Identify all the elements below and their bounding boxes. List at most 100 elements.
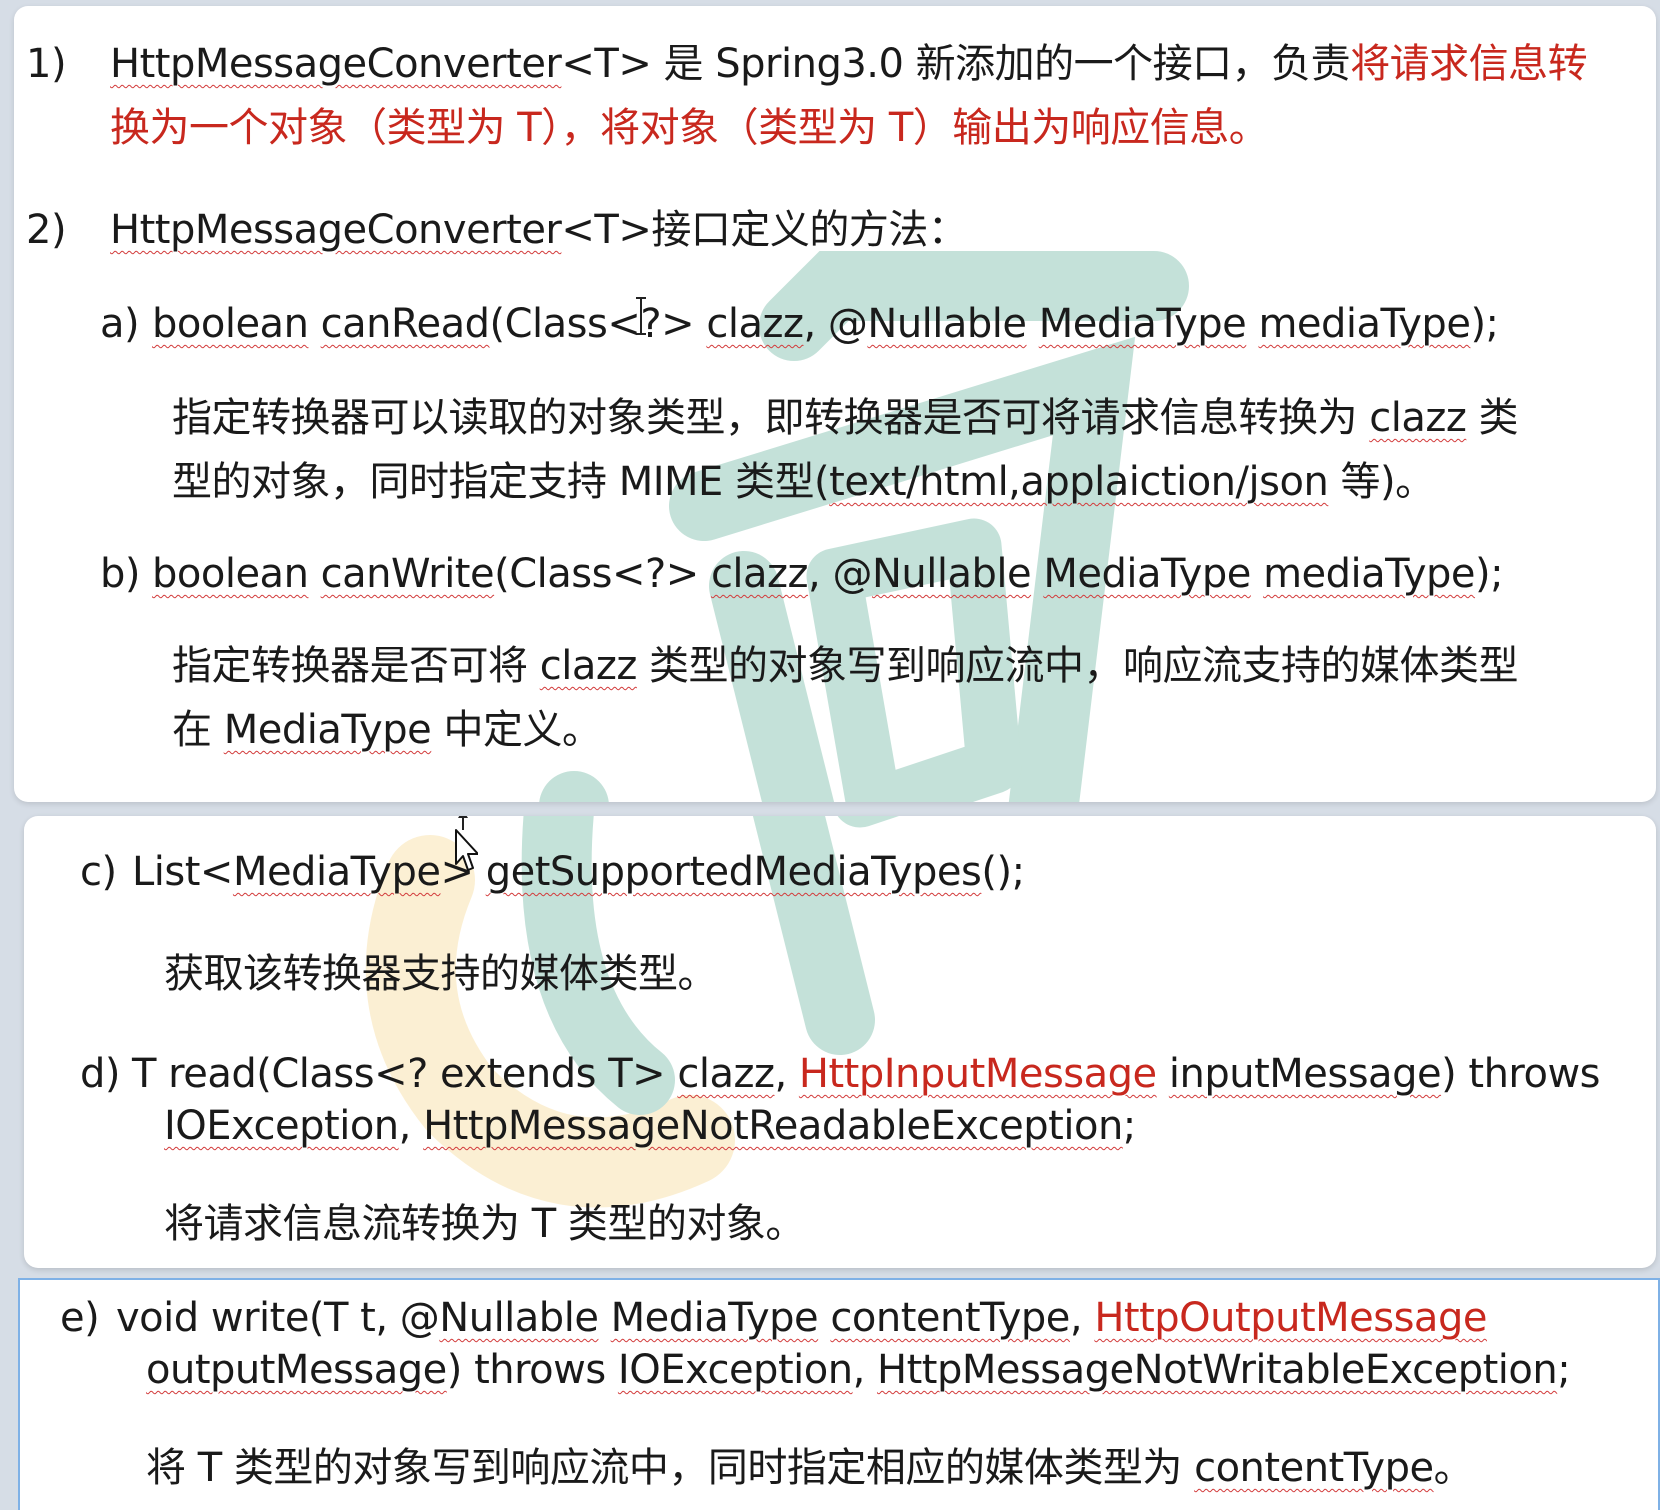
code-token: IOException — [617, 1347, 853, 1393]
method-c-signature: c) List<MediaType> getSupportedMediaTypes… — [80, 848, 1025, 896]
text-fragment: 。 — [1433, 1445, 1474, 1491]
method-b-description-line-1: 指定转换器是否可将 clazz 类型的对象写到响应流中，响应流支持的媒体类型 — [172, 642, 1519, 690]
code-token: MediaType — [1038, 301, 1247, 347]
code-token: getSupportedMediaTypes — [485, 849, 982, 895]
code-token: MediaType — [232, 849, 441, 895]
text-fragment: > — [440, 849, 486, 895]
text-fragment: 类型的对象写到响应流中，响应流支持的媒体类型 — [636, 643, 1519, 689]
method-d-signature-line-1: d) T read(Class<? extends T> clazz, HttpI… — [80, 1050, 1601, 1098]
text-fragment: ; — [1122, 1103, 1136, 1149]
text-fragment: , @ — [808, 551, 872, 597]
text-fragment: 类 — [1466, 395, 1519, 441]
method-a-description-line-1: 指定转换器可以读取的对象类型，即转换器是否可将请求信息转换为 clazz 类 — [172, 394, 1519, 442]
method-a-description-line-2: 型的对象，同时指定支持 MIME 类型(text/html,applaictio… — [172, 458, 1435, 506]
code-token: Nullable — [871, 551, 1032, 597]
item-number: 1) — [26, 41, 67, 87]
text-fragment — [818, 1295, 830, 1341]
item-1-line-1: 1) HttpMessageConverter<T> 是 Spring3.0 新添… — [26, 40, 1588, 88]
text-fragment: , — [1069, 1295, 1095, 1341]
code-token: MediaType — [610, 1295, 819, 1341]
text-fragment — [308, 301, 320, 347]
text-fragment: , — [852, 1347, 877, 1393]
text-fragment: , — [398, 1103, 424, 1149]
text-fragment: ); — [1475, 551, 1504, 597]
text-fragment: 将 T 类型的对象写到响应流中，同时指定相应的媒体类型为 — [146, 1445, 1195, 1491]
code-token: HttpMessageNotReadableException — [423, 1103, 1123, 1149]
text-fragment: (Class<?> — [489, 301, 707, 347]
code-token: IOException — [164, 1103, 399, 1149]
text-fragment — [1246, 301, 1258, 347]
text-fragment: ; — [1557, 1347, 1571, 1393]
code-token: clazz — [677, 1051, 775, 1097]
code-token: MediaType — [223, 707, 432, 753]
emphasis-text: HttpOutputMessage — [1094, 1295, 1487, 1341]
text-fragment — [1031, 551, 1043, 597]
text-fragment: <T>接口定义的方法： — [561, 207, 968, 253]
item-2-heading: 2) HttpMessageConverter<T>接口定义的方法： — [26, 206, 968, 254]
code-token: canWrite — [320, 551, 495, 597]
method-label: c) — [80, 849, 117, 895]
text-fragment: T read(Class<? extends T> — [132, 1051, 678, 1097]
text-fragment: void write(T t, @ — [116, 1295, 440, 1341]
text-fragment: 是 Spring3.0 新添加的一个接口，负责 — [651, 41, 1351, 87]
method-e-description: 将 T 类型的对象写到响应流中，同时指定相应的媒体类型为 contentType… — [146, 1444, 1474, 1492]
method-label: b) — [100, 551, 141, 597]
code-token: clazz — [706, 301, 804, 347]
code-token: contentType — [1194, 1445, 1434, 1491]
text-fragment: ); — [1470, 301, 1499, 347]
text-fragment: ) throws — [446, 1347, 618, 1393]
text-fragment: 指定转换器是否可将 — [172, 643, 540, 689]
item-1-line-2: 换为一个对象（类型为 T），将对象（类型为 T）输出为响应信息。 — [110, 105, 1269, 151]
text-fragment: <T> — [561, 41, 652, 87]
code-token: inputMessage — [1168, 1051, 1442, 1097]
slide-panel-1: 1) HttpMessageConverter<T> 是 Spring3.0 新添… — [14, 6, 1656, 802]
method-label: e) — [60, 1295, 100, 1341]
code-token: mediaType — [1258, 301, 1471, 347]
emphasis-text: HttpInputMessage — [798, 1051, 1157, 1097]
code-token: text/html,applaiction/json — [829, 459, 1329, 505]
text-fragment: (Class<?> — [494, 551, 711, 597]
text-fragment — [1251, 551, 1263, 597]
text-fragment — [1027, 301, 1039, 347]
slide-panel-3: e) void write(T t, @Nullable MediaType co… — [18, 1278, 1660, 1510]
text-fragment: 中定义。 — [431, 707, 602, 753]
method-label: a) — [100, 301, 140, 347]
text-fragment: 等)。 — [1328, 459, 1436, 505]
text-fragment — [598, 1295, 610, 1341]
code-token: Nullable — [439, 1295, 599, 1341]
code-token: canRead — [320, 301, 490, 347]
text-fragment: 在 — [172, 707, 224, 753]
emphasis-text: 将请求信息转 — [1350, 41, 1588, 87]
text-fragment: 型的对象，同时指定支持 MIME 类型( — [172, 459, 830, 505]
code-token: mediaType — [1263, 551, 1476, 597]
interface-name: HttpMessageConverter — [110, 41, 562, 87]
text-fragment: , — [774, 1051, 799, 1097]
method-label: d) — [80, 1051, 121, 1097]
code-token: boolean — [152, 301, 309, 347]
text-fragment: ) throws — [1441, 1051, 1601, 1097]
code-token: clazz — [710, 551, 809, 597]
method-b-signature: b) boolean canWrite(Class<?> clazz, @Null… — [100, 550, 1504, 598]
method-e-signature-line-2: outputMessage) throws IOException, HttpM… — [146, 1346, 1571, 1394]
code-token: HttpMessageNotWritableException — [877, 1347, 1558, 1393]
item-number: 2) — [26, 207, 67, 253]
text-fragment — [1157, 1051, 1169, 1097]
code-token: MediaType — [1043, 551, 1251, 597]
method-e-signature-line-1: e) void write(T t, @Nullable MediaType co… — [60, 1294, 1487, 1342]
text-fragment: , @ — [803, 301, 868, 347]
code-token: outputMessage — [146, 1347, 447, 1393]
text-fragment — [308, 551, 320, 597]
method-d-description: 将请求信息流转换为 T 类型的对象。 — [164, 1201, 805, 1247]
method-b-description-line-2: 在 MediaType 中定义。 — [172, 706, 602, 754]
method-d-signature-line-2: IOException, HttpMessageNotReadableExcep… — [164, 1102, 1136, 1150]
code-token: Nullable — [867, 301, 1027, 347]
method-c-description: 获取该转换器支持的媒体类型。 — [164, 951, 718, 997]
slide-panel-2: c) List<MediaType> getSupportedMediaTypes… — [24, 816, 1656, 1268]
code-token: clazz — [1369, 395, 1467, 441]
text-fragment: List< — [132, 849, 233, 895]
text-fragment: (); — [981, 849, 1025, 895]
code-token: clazz — [539, 643, 638, 689]
interface-name: HttpMessageConverter — [110, 207, 562, 253]
code-token: boolean — [152, 551, 309, 597]
method-a-signature: a) boolean canRead(Class<?> clazz, @Nulla… — [100, 300, 1499, 348]
